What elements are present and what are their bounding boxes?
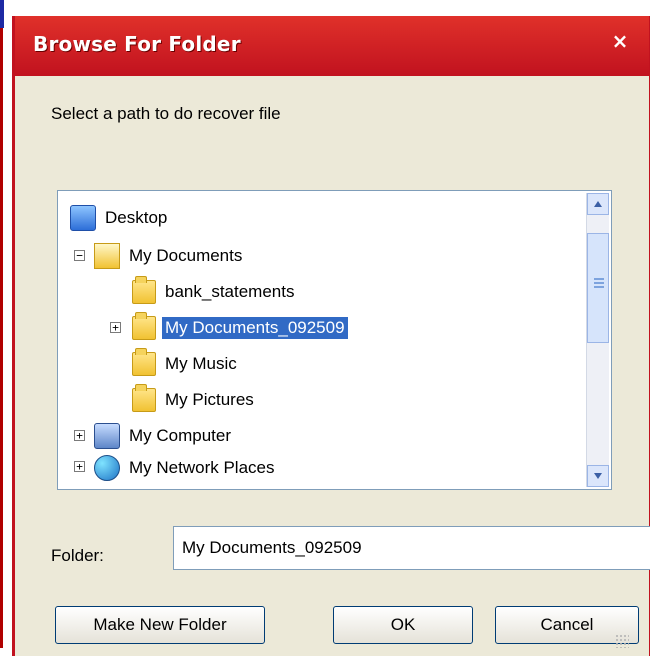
chevron-up-icon [594,201,602,207]
tree-item-bank-statements[interactable]: bank_statements [132,276,297,307]
desktop-icon [70,205,96,231]
tree-item-label: My Music [165,354,237,373]
scroll-up-button[interactable] [587,193,609,215]
pictures-folder-icon [132,384,156,412]
tree-item-label: My Network Places [129,458,275,477]
music-folder-icon [132,348,156,376]
scroll-down-button[interactable] [587,465,609,487]
title-bar[interactable]: Browse For Folder × [15,16,649,76]
tree-item-label: My Documents [129,246,243,265]
tree-item-my-documents[interactable]: My Documents [94,241,245,271]
tree-item-my-music[interactable]: My Music [132,348,240,379]
instructions-text: Select a path to do recover file [51,104,281,123]
browse-for-folder-dialog: Browse For Folder × Select a path to do … [12,16,650,656]
folder-label: Folder: [51,546,104,565]
tree-item-label: Desktop [105,208,168,227]
expand-toggle[interactable]: + [74,461,85,472]
scroll-grip-icon [594,278,604,280]
vertical-scrollbar[interactable] [586,193,609,487]
tree-item-label: My Pictures [165,390,254,409]
left-red-stripe [0,0,3,648]
ok-button[interactable]: OK [333,606,473,644]
folder-path-input[interactable] [173,526,650,570]
tree-item-my-computer[interactable]: My Computer [94,421,234,451]
tree-item-label-selected: My Documents_092509 [162,317,348,339]
dialog-title: Browse For Folder [33,32,241,56]
tree-item-label: bank_statements [165,282,295,301]
make-new-folder-button[interactable]: Make New Folder [55,606,265,644]
folder-tree[interactable]: Desktop − My Documents bank_statements +… [57,190,612,490]
network-icon [94,455,120,481]
tree-item-my-documents-092509[interactable]: My Documents_092509 [132,312,348,343]
folder-icon [132,312,156,340]
folder-icon [132,276,156,304]
tree-item-label: My Computer [129,426,232,445]
chevron-down-icon [594,473,602,479]
scroll-thumb[interactable] [587,233,609,343]
my-documents-icon [94,243,120,269]
tree-item-my-pictures[interactable]: My Pictures [132,384,257,415]
computer-icon [94,423,120,449]
left-blue-stripe [0,0,4,28]
collapse-toggle[interactable]: − [74,250,85,261]
expand-toggle[interactable]: + [110,322,121,333]
resize-grip-icon[interactable] [615,634,629,648]
left-edge-strip [0,0,8,648]
close-button[interactable]: × [609,30,631,52]
tree-item-desktop[interactable]: Desktop [70,203,170,233]
tree-item-my-network-places[interactable]: My Network Places [94,453,277,483]
expand-toggle[interactable]: + [74,430,85,441]
